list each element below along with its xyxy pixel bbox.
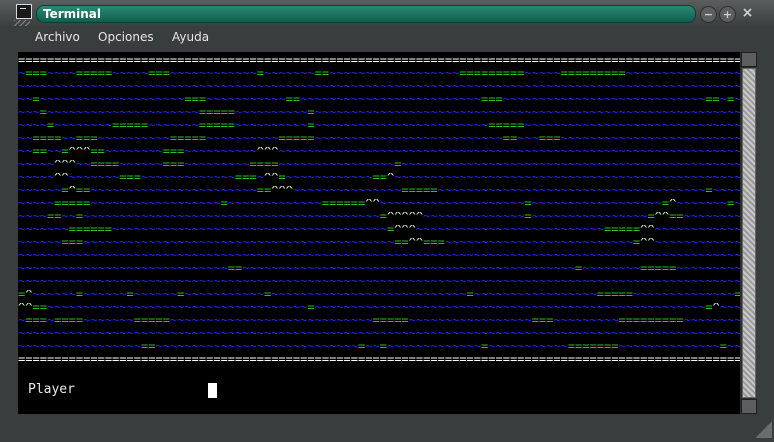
vertical-scrollbar[interactable] [740, 52, 757, 414]
map-row: ~~~~~^^^~~====~~~~~~===~~~~~~~~~====~~~~… [18, 160, 740, 169]
scroll-up-button[interactable] [741, 52, 757, 67]
map-row: ~~~~==~~=~~~~~~~~~~~~~~~~~~~~~~~~~~~~~~~… [18, 212, 740, 221]
terminal-screen[interactable]: ========================================… [18, 52, 740, 414]
window-titlebar[interactable]: Terminal − + × [0, 0, 774, 48]
maximize-button[interactable]: + [719, 6, 736, 23]
close-button[interactable]: × [740, 6, 755, 21]
resize-grip[interactable] [756, 420, 772, 438]
map-row: ~~~~~~~~~~~~~~~~~~~~~~~~~~~~~~~~~~~~~~~~… [18, 277, 740, 286]
map-row: ~~~~~=====~~~~~~~~~~~~~~~~~~=~~~~~~~~~~~… [18, 199, 740, 208]
map-row: ~~=~~~~~~~~~~~~~~~~~~~~===~~~~~~~~~~~==~… [18, 95, 740, 104]
map-row: ~~~~~~~======~~~~~~~~~~~~~~~~~~~~~~~~~~~… [18, 225, 740, 234]
map-row: ~~~~~~~~~~~~~~~~~~~~~~~~~~~~~==~~~~~~~~~… [18, 264, 740, 273]
map-row: ~~~~~~=^==~~~~~~~~~~~~~~~~~~~~~~~==^^^~~… [18, 186, 740, 195]
menu-opciones[interactable]: Opciones [98, 28, 154, 46]
menu-bar: Archivo Opciones Ayuda [0, 26, 774, 50]
menu-archivo[interactable]: Archivo [35, 28, 80, 46]
title-bar[interactable]: Terminal [36, 5, 696, 23]
map-row: ========================================… [18, 56, 740, 65]
map-row: ^^==~~~~~~~~~~~~~~~~~~~~~~~~~~~~~~~~~~~~… [18, 303, 740, 312]
map-row: ~===~~~~=====~~~~~===~~~~~~~~~~~~=~~~~~~… [18, 69, 740, 78]
map-row: ~===~====~~~~~~~=====~~~~~~~~~~~~~~~~~~~… [18, 316, 740, 325]
map-row: ~~~~~~~~~~~~~~~~~~~~~~~~~~~~~~~~~~~~~~~~… [18, 251, 740, 260]
scrollbar-thumb[interactable] [742, 68, 756, 398]
minimize-button[interactable]: − [700, 6, 717, 23]
menu-ayuda[interactable]: Ayuda [172, 28, 209, 46]
player-status-text: Player [28, 382, 75, 397]
map-row: ~~~~~^^~~~~~~~===~~~~~~~~~~~~~===~^^=~~~… [18, 173, 740, 182]
map-row: ~~~~~~~~~~~~~~~~~==~~~~~~~~~~~~~~~~~~~~~… [18, 342, 740, 351]
map-row: ~~~~=~~~~~~~~=====~~~~~~~=====~~~~~~~~~~… [18, 121, 740, 130]
map-row: ~~~=~~~~~~~~~~~~~~~~~~~~~=====~~~~~~~~~~… [18, 108, 740, 117]
map-row: ~~====~~===~~~~~~~~~~=====~~~~~~~~~~====… [18, 134, 740, 143]
map-row: ~~~~~~~~~~~~~~~~~~~~~~~~~~~~~~~~~~~~~~~~… [18, 82, 740, 91]
map-row: ~~==~~=^^^==~~~~~~~~===~~~~~~~~~~^^^~~~~… [18, 147, 740, 156]
terminal-app-icon[interactable] [16, 4, 32, 19]
map-row: ========================================… [18, 355, 740, 364]
terminal-cursor [208, 383, 217, 398]
window-title: Terminal [43, 7, 102, 21]
scroll-down-button[interactable] [741, 399, 757, 414]
map-row: =^~~~~~~=~~~~~~=~~~~~~=~~~~~~~~~~~=~~~~~… [18, 290, 740, 299]
map-row: ~~~~~~~~~~~~~~~~~~~~~~~~~~~~~~~~~~~~~~~~… [18, 329, 740, 338]
map-row: ~~~~~~===~~~~~~~~~~~~~~~~~~~~~~~~~~~~~~~… [18, 238, 740, 247]
